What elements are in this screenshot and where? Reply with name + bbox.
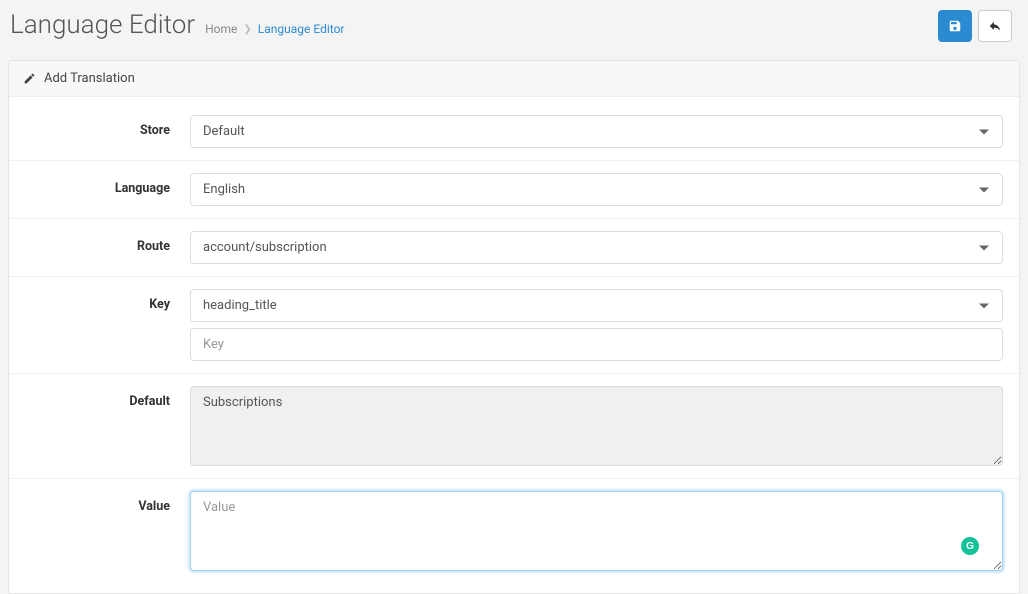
pencil-icon [23,72,36,85]
form-row-store: Store Default [9,103,1019,161]
breadcrumb-current[interactable]: Language Editor [258,22,345,36]
header-actions [938,10,1018,42]
key-select[interactable]: heading_title [190,289,1003,322]
form-row-key: Key heading_title [9,277,1019,374]
default-label: Default [25,386,190,409]
key-input[interactable] [190,328,1003,361]
grammarly-icon[interactable] [961,537,979,555]
back-button[interactable] [978,10,1012,42]
route-select[interactable]: account/subscription [190,231,1003,264]
breadcrumb: Home ❯ Language Editor [205,22,344,36]
form-panel: Add Translation Store Default Language E… [8,60,1020,594]
value-textarea[interactable] [190,491,1003,571]
form-row-default: Default Subscriptions [9,374,1019,479]
save-icon [948,19,962,33]
page-title: Language Editor [10,10,195,40]
route-label: Route [25,231,190,254]
key-label: Key [25,289,190,312]
reply-icon [988,19,1002,33]
panel-heading: Add Translation [9,61,1019,97]
breadcrumb-home[interactable]: Home [205,22,237,36]
form-row-route: Route account/subscription [9,219,1019,277]
chevron-right-icon: ❯ [243,24,251,35]
panel-title: Add Translation [44,71,135,86]
value-label: Value [25,491,190,514]
store-label: Store [25,115,190,138]
default-textarea: Subscriptions [190,386,1003,466]
language-select[interactable]: English [190,173,1003,206]
store-select[interactable]: Default [190,115,1003,148]
form-row-value: Value [9,479,1019,583]
language-label: Language [25,173,190,196]
page-header: Language Editor Home ❯ Language Editor [0,0,1028,52]
page-header-left: Language Editor Home ❯ Language Editor [10,10,345,40]
form-row-language: Language English [9,161,1019,219]
panel-body: Store Default Language English Rou [9,97,1019,593]
save-button[interactable] [938,10,972,42]
